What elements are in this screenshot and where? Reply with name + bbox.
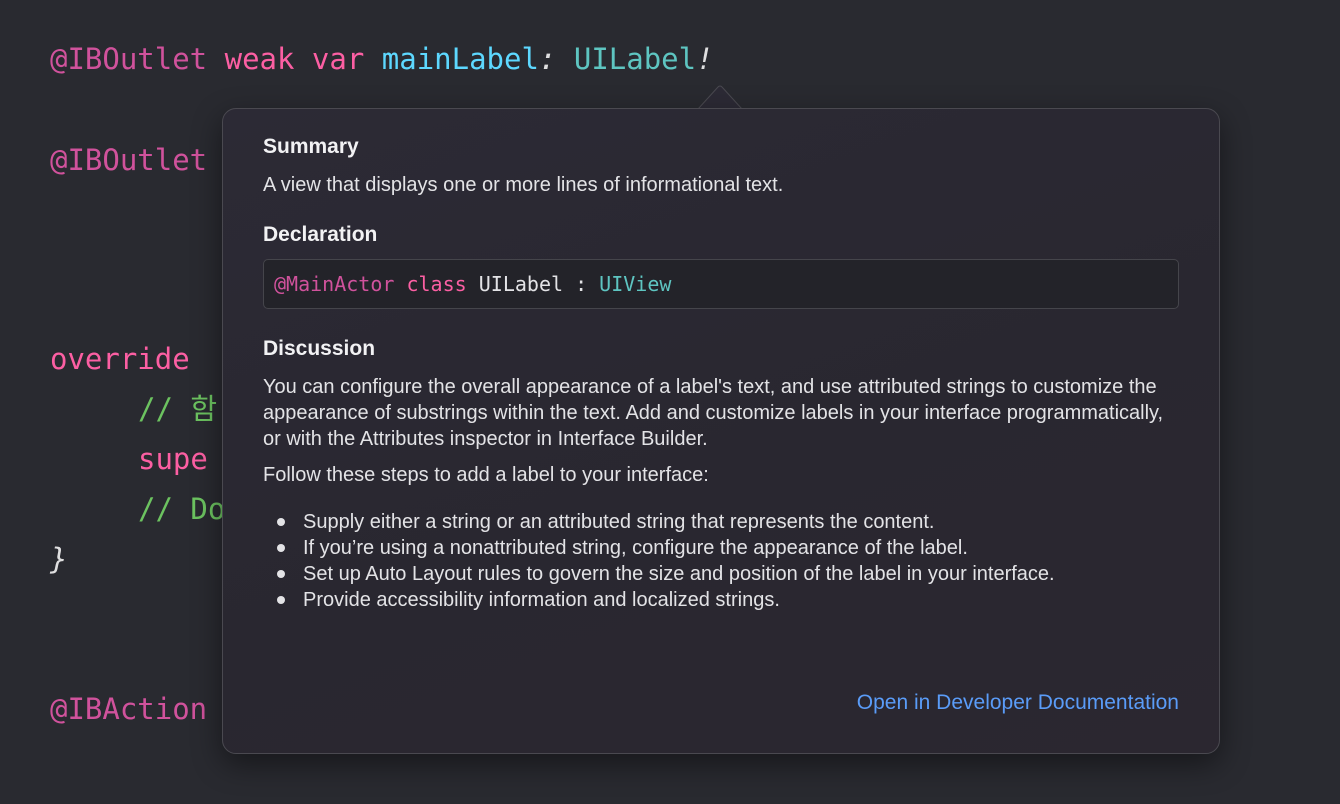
code-keyword-weak: weak	[224, 42, 295, 76]
code-comment: // Do	[138, 492, 226, 526]
popover-arrow	[698, 85, 742, 110]
list-item: Provide accessibility information and lo…	[263, 587, 1179, 613]
code-bang: !	[696, 42, 714, 76]
discussion-paragraph-2: Follow these steps to add a label to you…	[263, 464, 709, 486]
code-line-ibaction[interactable]: @IBAction	[50, 691, 207, 727]
bullet-icon	[277, 544, 285, 552]
list-item-text: Supply either a string or an attributed …	[303, 511, 935, 533]
code-attribute: @IBOutlet	[50, 143, 208, 177]
summary-text: A view that displays one or more lines o…	[263, 174, 784, 196]
bullet-icon	[277, 518, 285, 526]
list-item: If you’re using a nonattributed string, …	[263, 535, 1179, 561]
decl-attribute: @MainActor	[274, 272, 395, 296]
bullet-icon	[277, 596, 285, 604]
code-line-comment-2[interactable]: // Do	[138, 491, 225, 527]
list-item-text: If you’re using a nonattributed string, …	[303, 537, 968, 559]
code-brace: }	[50, 542, 68, 576]
code-line-outlet-2[interactable]: @IBOutlet	[50, 142, 207, 178]
declaration-title: Declaration	[263, 223, 378, 246]
code-type-uilabel[interactable]: UILabel	[574, 42, 696, 76]
code-keyword-override: override	[50, 342, 190, 376]
list-item-text: Provide accessibility information and lo…	[303, 589, 780, 611]
code-line-override[interactable]: override	[50, 341, 190, 377]
code-line-comment-1[interactable]: // 함	[138, 391, 217, 427]
list-item: Supply either a string or an attributed …	[263, 509, 1179, 535]
code-attribute: @IBAction	[50, 692, 208, 726]
declaration-code-box: @MainActor class UILabel : UIView	[263, 259, 1179, 309]
code-line-closing-brace[interactable]: }	[50, 541, 67, 577]
discussion-paragraph-1: You can configure the overall appearance…	[263, 376, 1164, 450]
open-developer-documentation-link[interactable]: Open in Developer Documentation	[857, 691, 1179, 715]
code-line-main-label-outlet[interactable]: @IBOutlet weak var mainLabel: UILabel!	[50, 41, 714, 77]
code-comment: // 함	[138, 392, 218, 426]
discussion-title: Discussion	[263, 337, 376, 360]
summary-title: Summary	[263, 135, 359, 158]
bullet-icon	[277, 570, 285, 578]
decl-keyword: class	[406, 272, 467, 296]
decl-separator: :	[575, 272, 588, 296]
code-colon: :	[538, 42, 557, 76]
decl-superclass[interactable]: UIView	[599, 272, 671, 296]
code-identifier-mainlabel: mainLabel	[381, 42, 539, 76]
code-line-super[interactable]: supe	[138, 441, 208, 477]
code-attribute: @IBOutlet	[50, 42, 208, 76]
code-keyword-super: supe	[138, 442, 208, 476]
steps-list: Supply either a string or an attributed …	[263, 509, 1179, 613]
code-keyword-var: var	[311, 42, 365, 76]
decl-name: UILabel	[478, 272, 564, 296]
list-item-text: Set up Auto Layout rules to govern the s…	[303, 563, 1055, 585]
list-item: Set up Auto Layout rules to govern the s…	[263, 561, 1179, 587]
quick-help-popover: Summary A view that displays one or more…	[222, 108, 1220, 754]
